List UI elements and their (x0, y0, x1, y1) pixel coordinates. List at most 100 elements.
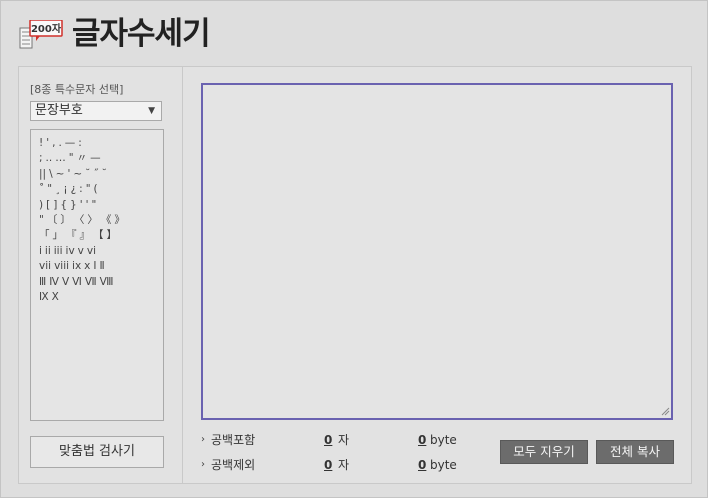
page-title: 글자수세기 (72, 16, 211, 52)
special-char-item[interactable]: Ⅲ (39, 275, 46, 290)
resize-grip-icon[interactable] (660, 406, 670, 416)
special-char-item[interactable]: Ⅵ (72, 275, 82, 290)
special-char-item[interactable]: Ⅸ (39, 290, 49, 305)
special-char-item[interactable]: ; (39, 151, 43, 166)
byte-unit: byte (430, 458, 457, 472)
char-count: 0 (324, 433, 333, 447)
special-char-item[interactable]: x (84, 259, 90, 274)
special-char-item[interactable]: vii (39, 259, 51, 274)
stat-row-with-spaces: › 공백포함 0 자 0 byte (201, 431, 491, 449)
special-char-label: [8종 특수문자 선택] (30, 83, 124, 96)
char-row: i ii iii iv v vi (39, 244, 159, 259)
special-char-item[interactable]: 『 (66, 228, 77, 243)
copy-all-button[interactable]: 전체 복사 (596, 440, 674, 464)
stat-label: 공백포함 (211, 433, 256, 447)
special-char-item[interactable]: Ⅰ (93, 259, 96, 274)
special-char-item[interactable]: " (69, 151, 74, 166)
char-row: vii viii ix x Ⅰ Ⅱ (39, 259, 159, 274)
stat-row-without-spaces: › 공백제외 0 자 0 byte (201, 456, 491, 474)
special-char-item[interactable]: || (39, 167, 46, 182)
special-char-item[interactable]: 〉 (87, 213, 98, 228)
special-char-item[interactable]: , (52, 136, 55, 151)
special-char-item[interactable]: Ⅱ (100, 259, 105, 274)
special-char-item[interactable]: iv (66, 244, 75, 259)
special-char-item[interactable]: ˘ (102, 167, 107, 182)
special-char-item[interactable]: v (78, 244, 84, 259)
special-char-item[interactable]: ! (39, 136, 43, 151)
special-char-item[interactable]: 〔 (47, 213, 58, 228)
special-char-item[interactable]: 【 (93, 228, 104, 243)
special-char-item[interactable]: Ⅷ (100, 275, 114, 290)
byte-unit: byte (430, 433, 457, 447)
special-char-item[interactable]: Ⅶ (85, 275, 97, 290)
special-char-item[interactable]: ii (45, 244, 51, 259)
special-char-item[interactable]: 《 (101, 213, 112, 228)
special-char-item[interactable]: . (58, 136, 61, 151)
special-char-item[interactable]: " (91, 198, 96, 213)
byte-count: 0 (418, 458, 427, 472)
category-select-value: 문장부호 (35, 103, 83, 118)
special-char-item[interactable]: 】 (107, 228, 118, 243)
special-char-item[interactable]: ¸ (55, 182, 60, 197)
special-char-list: ! ',. —:;..… " 〃 — || \ ~ ' ~ ˘ ˝ ˘ ˚ " ¸ ¡ ¿: "()[]{} ' ' " " 〔… (30, 129, 164, 421)
special-char-item[interactable]: 〕 (60, 213, 71, 228)
char-row: ⅢⅣⅤⅥⅦⅧ (39, 275, 159, 290)
special-char-item[interactable]: ¡ (63, 182, 67, 197)
char-row: " 〔〕〈〉《》 (39, 213, 159, 228)
special-char-item[interactable]: — (65, 136, 76, 151)
category-select[interactable]: 문장부호 ▼ (30, 101, 162, 121)
char-row: ⅨⅩ (39, 290, 159, 305)
char-row: ! ',. —: (39, 136, 159, 151)
special-char-item[interactable]: 》 (114, 213, 125, 228)
special-char-item[interactable]: ˘ (85, 167, 90, 182)
chevron-right-icon: › (201, 434, 205, 445)
special-char-item[interactable]: i (39, 244, 42, 259)
special-char-item[interactable]: ' (80, 198, 83, 213)
stat-label: 공백제외 (211, 458, 256, 472)
special-char-item[interactable]: iii (54, 244, 63, 259)
special-char-item[interactable]: \ (49, 167, 53, 182)
special-char-item[interactable]: : (79, 182, 83, 197)
special-char-item[interactable]: " (47, 182, 52, 197)
special-char-item[interactable]: ) (39, 198, 43, 213)
special-char-item[interactable]: ( (94, 182, 98, 197)
spell-check-button[interactable]: 맞춤법 검사기 (30, 436, 164, 468)
special-char-item[interactable]: ¿ (71, 182, 77, 197)
special-char-item[interactable]: [ (46, 198, 50, 213)
special-char-item[interactable]: Ⅴ (62, 275, 69, 290)
special-char-item[interactable]: ' (46, 136, 49, 151)
special-char-item[interactable]: } (70, 198, 77, 213)
special-char-item[interactable]: 』 (80, 228, 91, 243)
special-char-item[interactable]: 〈 (74, 213, 85, 228)
char-unit: 자 (338, 458, 350, 472)
special-char-item[interactable]: ˚ (39, 182, 44, 197)
special-char-item[interactable]: Ⅳ (49, 275, 59, 290)
special-char-item[interactable]: … (55, 151, 66, 166)
clear-all-button[interactable]: 모두 지우기 (500, 440, 588, 464)
special-char-item[interactable]: Ⅹ (52, 290, 59, 305)
special-char-item[interactable]: ~ (56, 167, 65, 182)
special-char-item[interactable]: " (39, 213, 44, 228)
special-char-item[interactable]: ' (86, 198, 89, 213)
char-count: 0 (324, 458, 333, 472)
char-row: 「」『』【】 (39, 228, 159, 243)
special-char-item[interactable]: ˝ (93, 167, 98, 182)
chevron-down-icon: ▼ (148, 106, 155, 116)
special-char-item[interactable]: ' (67, 167, 70, 182)
special-char-item[interactable]: vi (87, 244, 96, 259)
special-char-item[interactable]: : (78, 136, 82, 151)
special-char-item[interactable]: " (86, 182, 91, 197)
special-char-item[interactable]: 」 (53, 228, 64, 243)
special-char-item[interactable]: viii (54, 259, 69, 274)
special-char-item[interactable]: 「 (39, 228, 50, 243)
special-char-item[interactable]: ix (72, 259, 81, 274)
special-char-item[interactable]: — (90, 151, 101, 166)
special-char-item[interactable]: .. (46, 151, 53, 166)
text-input[interactable] (201, 83, 673, 420)
special-char-item[interactable]: ~ (73, 167, 82, 182)
special-char-item[interactable]: { (60, 198, 67, 213)
special-char-item[interactable]: ] (53, 198, 57, 213)
chevron-right-icon: › (201, 459, 205, 470)
special-char-item[interactable]: 〃 (77, 151, 88, 166)
logo-text: 200자 (31, 22, 62, 35)
